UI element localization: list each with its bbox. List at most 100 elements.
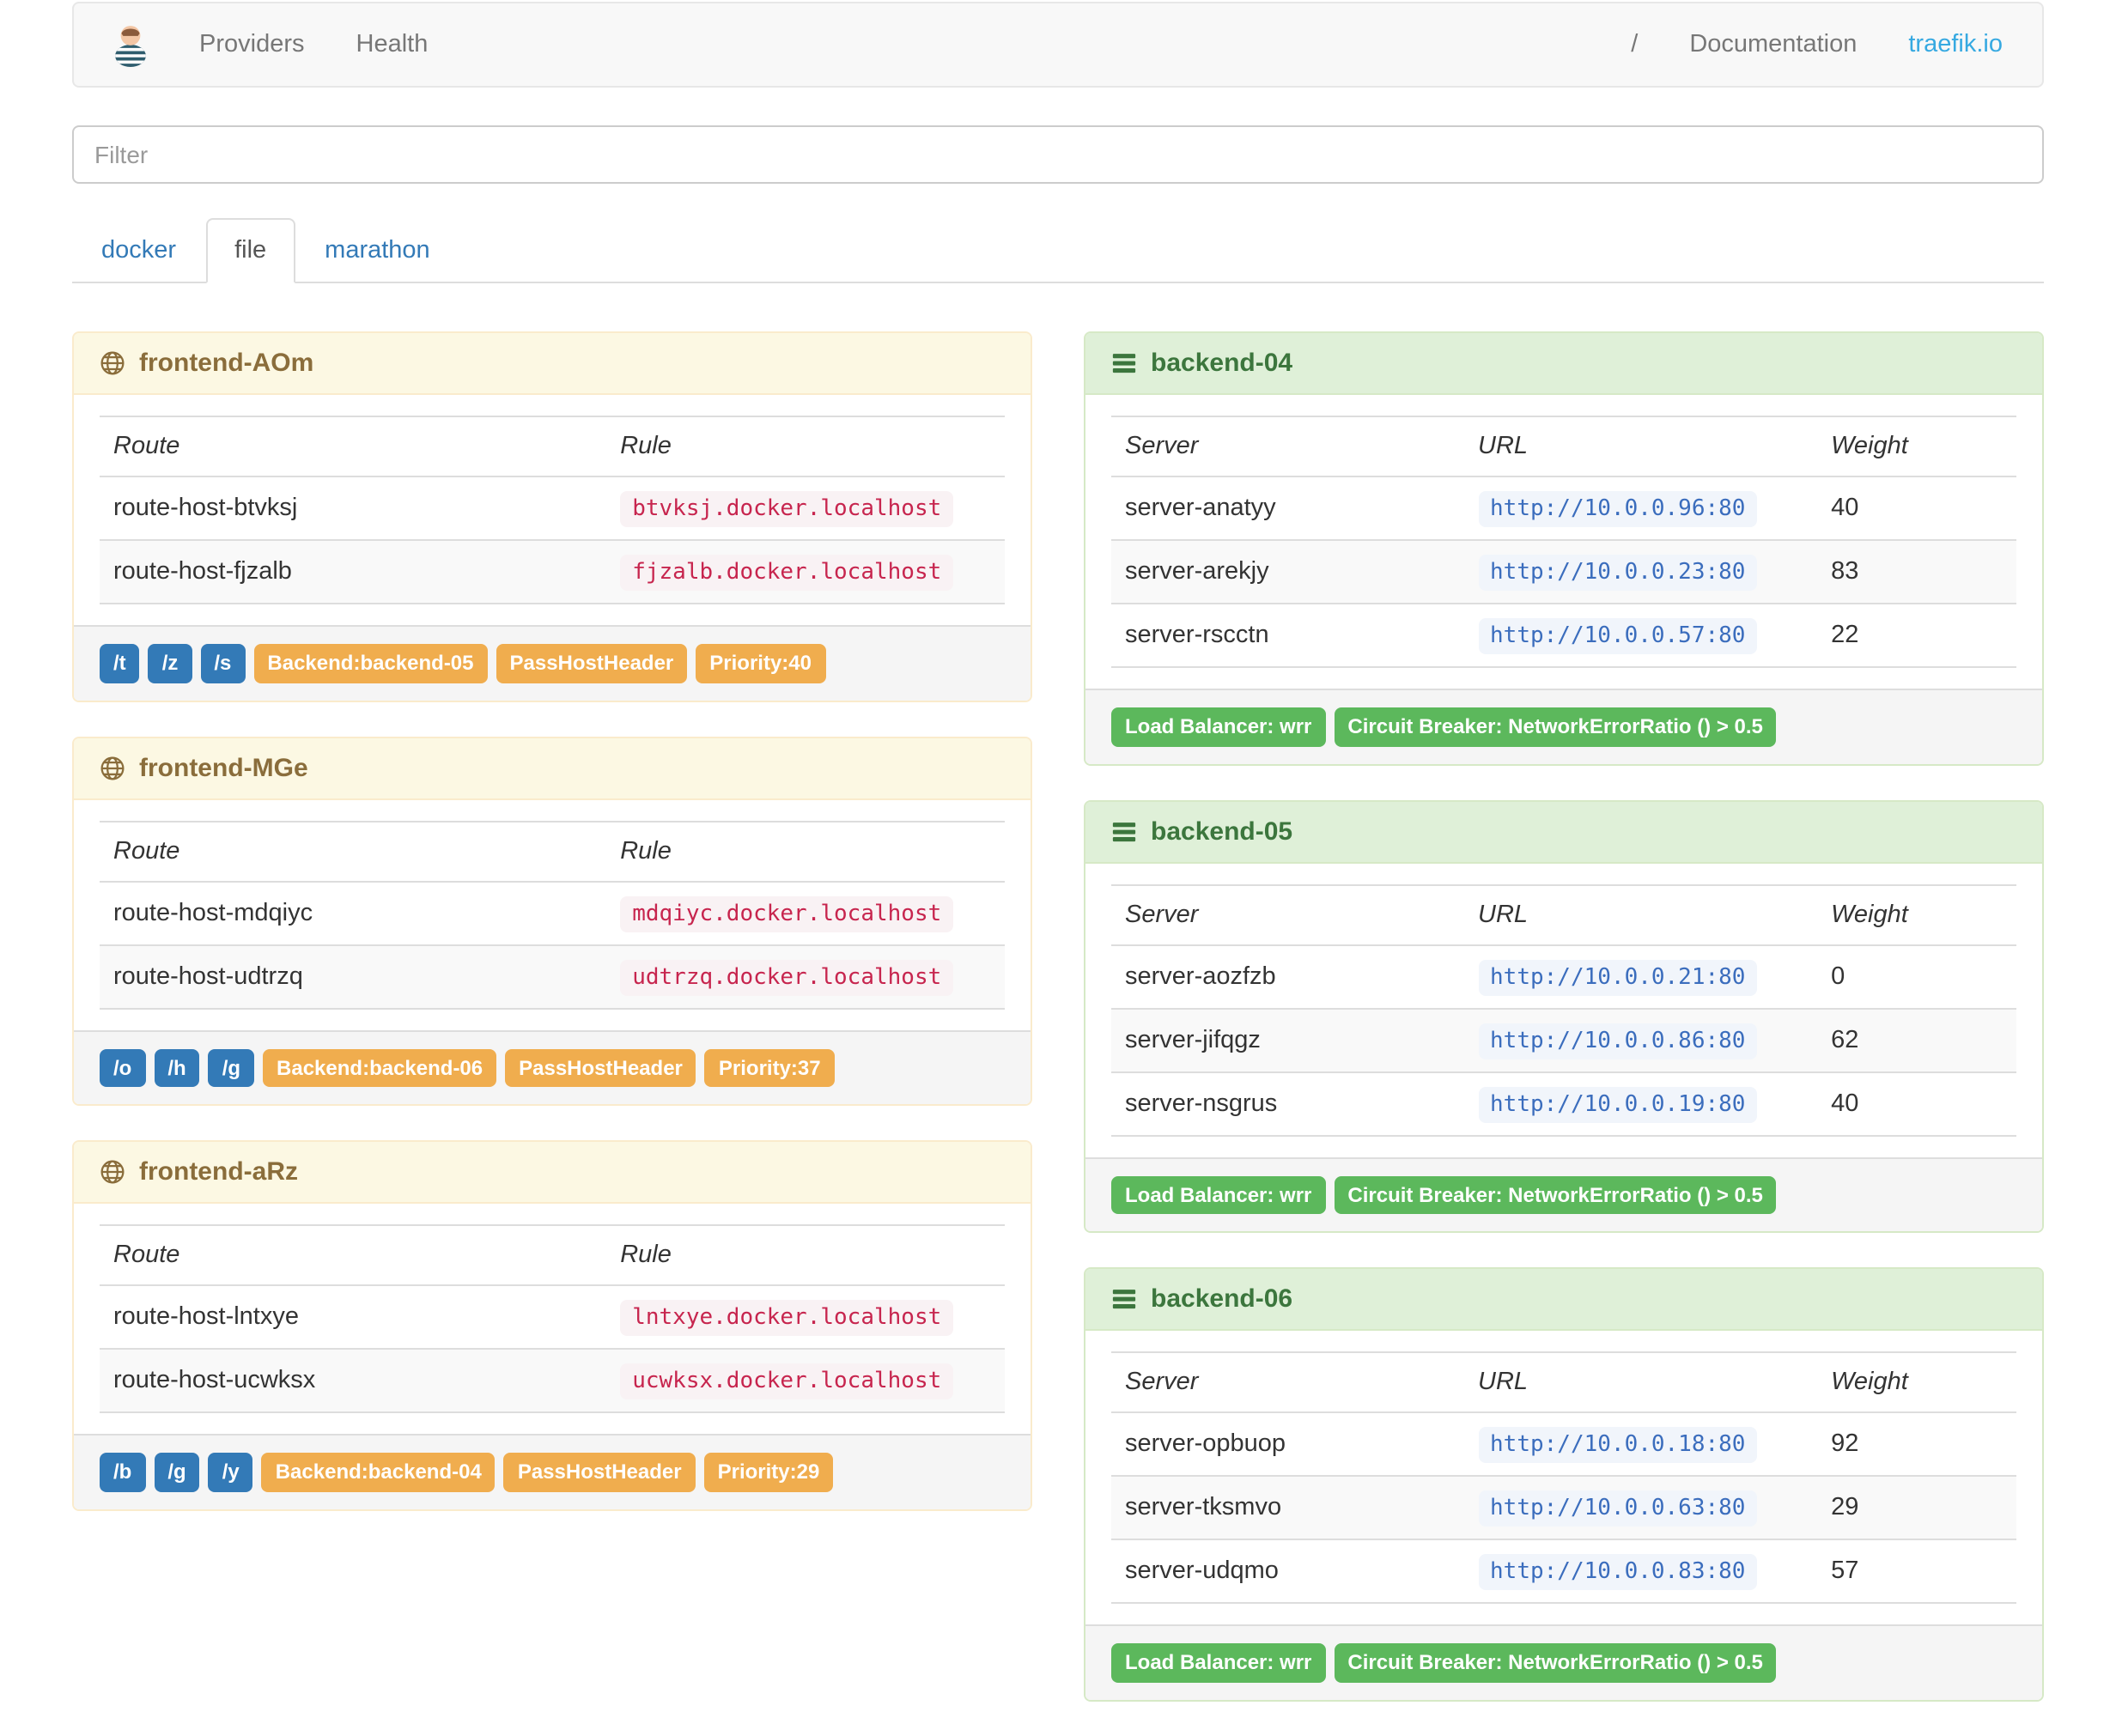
frontend-config-badge: Priority:29 bbox=[703, 1453, 834, 1492]
server-url: http://10.0.0.18:80 bbox=[1478, 1427, 1758, 1464]
route-name: route-host-udtrzq bbox=[100, 944, 607, 1010]
backend-panel: backend-05 Server URL Weight server-aozfzb ht… bbox=[1084, 799, 2044, 1234]
frontend-panel: frontend-MGe Route Rule route-host-mdqiyc md… bbox=[72, 736, 1032, 1107]
table-body: route-host-lntxye lntxye.docker.localhost… bbox=[100, 1285, 1005, 1414]
nav-item-documentation[interactable]: Documentation bbox=[1663, 2, 1882, 88]
server-url: http://10.0.0.83:80 bbox=[1478, 1554, 1758, 1591]
route-rule: ucwksx.docker.localhost bbox=[620, 1363, 954, 1400]
frontend-config-badge: Priority:40 bbox=[696, 644, 825, 683]
globe-icon bbox=[100, 756, 125, 780]
table-head: Route Rule bbox=[100, 820, 1005, 883]
backend-config-badge: Circuit Breaker: NetworkErrorRatio () > … bbox=[1334, 1175, 1777, 1215]
nav-item-health[interactable]: Health bbox=[331, 2, 454, 88]
traefik-logo-icon bbox=[115, 26, 146, 67]
server-url: http://10.0.0.19:80 bbox=[1478, 1086, 1758, 1123]
column-header-url: URL bbox=[1464, 416, 1818, 477]
globe-icon bbox=[100, 1160, 125, 1184]
frontend-panel-footer: /t/z/s Backend:backend-05 PassHostHeader Pr… bbox=[74, 625, 1031, 701]
column-header-route: Route bbox=[100, 416, 607, 477]
route-rule: btvksj.docker.localhost bbox=[620, 491, 954, 527]
server-weight: 29 bbox=[1817, 1476, 2016, 1541]
frontend-config-badge: PassHostHeader bbox=[496, 644, 688, 683]
servers-table: Server URL Weight server-anatyy http://10.0.… bbox=[1111, 416, 2016, 668]
frontend-title: frontend-AOm bbox=[139, 349, 314, 378]
table-head: Server URL Weight bbox=[1111, 1351, 2016, 1414]
backends-column: backend-04 Server URL Weight server-anatyy ht… bbox=[1084, 331, 2044, 1736]
entrypoint-badge: /s bbox=[200, 644, 246, 683]
servers-table: Server URL Weight server-aozfzb http://10.0.… bbox=[1111, 883, 2016, 1137]
server-row: server-rscctn http://10.0.0.57:80 22 bbox=[1111, 604, 2016, 668]
server-row: server-opbuop http://10.0.0.18:80 92 bbox=[1111, 1412, 2016, 1478]
server-weight: 92 bbox=[1817, 1412, 2016, 1478]
column-header-route: Route bbox=[100, 1224, 607, 1287]
frontend-panel-heading: frontend-aRz bbox=[74, 1142, 1031, 1205]
table-body: server-anatyy http://10.0.0.96:80 40 server… bbox=[1111, 476, 2016, 668]
server-url-cell: http://10.0.0.96:80 bbox=[1464, 476, 1818, 541]
table-head: Server URL Weight bbox=[1111, 883, 2016, 946]
frontend-config-badge: Backend:backend-05 bbox=[253, 644, 488, 683]
table-body: route-host-btvksj btvksj.docker.localhost… bbox=[100, 476, 1005, 604]
route-row: route-host-mdqiyc mdqiyc.docker.localhost bbox=[100, 881, 1005, 946]
backend-panel: backend-06 Server URL Weight server-opbuop ht… bbox=[1084, 1267, 2044, 1702]
route-row: route-host-btvksj btvksj.docker.localhost bbox=[100, 476, 1005, 541]
content-row: frontend-AOm Route Rule route-host-btvksj bt… bbox=[72, 331, 2044, 1736]
rule-cell: ucwksx.docker.localhost bbox=[606, 1349, 1005, 1414]
column-header-weight: Weight bbox=[1817, 883, 2016, 946]
server-weight: 40 bbox=[1817, 476, 2016, 541]
backend-panel-footer: Load Balancer: wrr Circuit Breaker: Netwo… bbox=[1085, 689, 2042, 764]
backend-config-badge: Load Balancer: wrr bbox=[1111, 707, 1326, 747]
frontend-config-badge: PassHostHeader bbox=[505, 1048, 696, 1088]
server-url: http://10.0.0.23:80 bbox=[1478, 555, 1758, 591]
rule-cell: btvksj.docker.localhost bbox=[606, 476, 1005, 541]
frontend-config-badge: Backend:backend-04 bbox=[261, 1453, 496, 1492]
frontend-panel: frontend-aRz Route Rule route-host-lntxye ln… bbox=[72, 1140, 1032, 1511]
server-row: server-aozfzb http://10.0.0.21:80 0 bbox=[1111, 944, 2016, 1010]
tab-item: marathon bbox=[295, 218, 459, 283]
entrypoint-badge: /z bbox=[148, 644, 192, 683]
rule-cell: fjzalb.docker.localhost bbox=[606, 540, 1005, 604]
route-name: route-host-ucwksx bbox=[100, 1349, 607, 1414]
backend-title: backend-05 bbox=[1151, 816, 1293, 847]
server-row: server-udqmo http://10.0.0.83:80 57 bbox=[1111, 1539, 2016, 1605]
server-row: server-arekjy http://10.0.0.23:80 83 bbox=[1111, 540, 2016, 604]
backend-config-badge: Circuit Breaker: NetworkErrorRatio () > … bbox=[1334, 1643, 1777, 1683]
filter-input[interactable] bbox=[72, 125, 2044, 184]
page-container: Providers Health / Documentation traefik… bbox=[72, 2, 2044, 1736]
route-name: route-host-fjzalb bbox=[100, 540, 607, 604]
frontend-config-badge: Backend:backend-06 bbox=[263, 1048, 497, 1088]
column-header-weight: Weight bbox=[1817, 416, 2016, 477]
entrypoint-badge: /g bbox=[208, 1048, 255, 1088]
server-name: server-tksmvo bbox=[1111, 1476, 1465, 1541]
nav-item-providers[interactable]: Providers bbox=[173, 2, 331, 88]
table-head: Route Rule bbox=[100, 1224, 1005, 1287]
backend-title: backend-04 bbox=[1151, 349, 1293, 378]
table-header-row: Server URL Weight bbox=[1111, 883, 2016, 946]
route-row: route-host-ucwksx ucwksx.docker.localhost bbox=[100, 1349, 1005, 1414]
frontend-panel-body: Route Rule route-host-lntxye lntxye.docker.… bbox=[74, 1204, 1031, 1434]
server-name: server-aozfzb bbox=[1111, 944, 1465, 1010]
tab-file[interactable]: file bbox=[205, 218, 296, 283]
table-body: server-aozfzb http://10.0.0.21:80 0 server-… bbox=[1111, 944, 2016, 1137]
column-header-server: Server bbox=[1111, 883, 1465, 946]
routes-table: Route Rule route-host-mdqiyc mdqiyc.docker.… bbox=[100, 820, 1005, 1010]
column-header-server: Server bbox=[1111, 416, 1465, 477]
entrypoint-badge: /b bbox=[100, 1453, 146, 1492]
tab-docker[interactable]: docker bbox=[72, 218, 205, 283]
frontend-panel: frontend-AOm Route Rule route-host-btvksj bt… bbox=[72, 331, 1032, 702]
server-list-icon bbox=[1112, 1290, 1136, 1309]
route-rule: lntxye.docker.localhost bbox=[620, 1300, 954, 1337]
table-body: route-host-mdqiyc mdqiyc.docker.localhost… bbox=[100, 881, 1005, 1010]
server-url: http://10.0.0.63:80 bbox=[1478, 1490, 1758, 1527]
tab-item: file bbox=[205, 218, 296, 283]
table-body: server-opbuop http://10.0.0.18:80 92 server… bbox=[1111, 1412, 2016, 1605]
server-name: server-arekjy bbox=[1111, 540, 1465, 604]
server-row: server-jifqgz http://10.0.0.86:80 62 bbox=[1111, 1008, 2016, 1073]
server-url: http://10.0.0.96:80 bbox=[1478, 491, 1758, 527]
column-header-route: Route bbox=[100, 820, 607, 883]
tab-marathon[interactable]: marathon bbox=[295, 218, 459, 283]
server-row: server-anatyy http://10.0.0.96:80 40 bbox=[1111, 476, 2016, 541]
nav-item-traefik-site[interactable]: traefik.io bbox=[1882, 2, 2028, 88]
routes-table: Route Rule route-host-btvksj btvksj.docker.… bbox=[100, 416, 1005, 604]
frontend-config-badge: PassHostHeader bbox=[503, 1453, 696, 1492]
table-head: Server URL Weight bbox=[1111, 416, 2016, 477]
